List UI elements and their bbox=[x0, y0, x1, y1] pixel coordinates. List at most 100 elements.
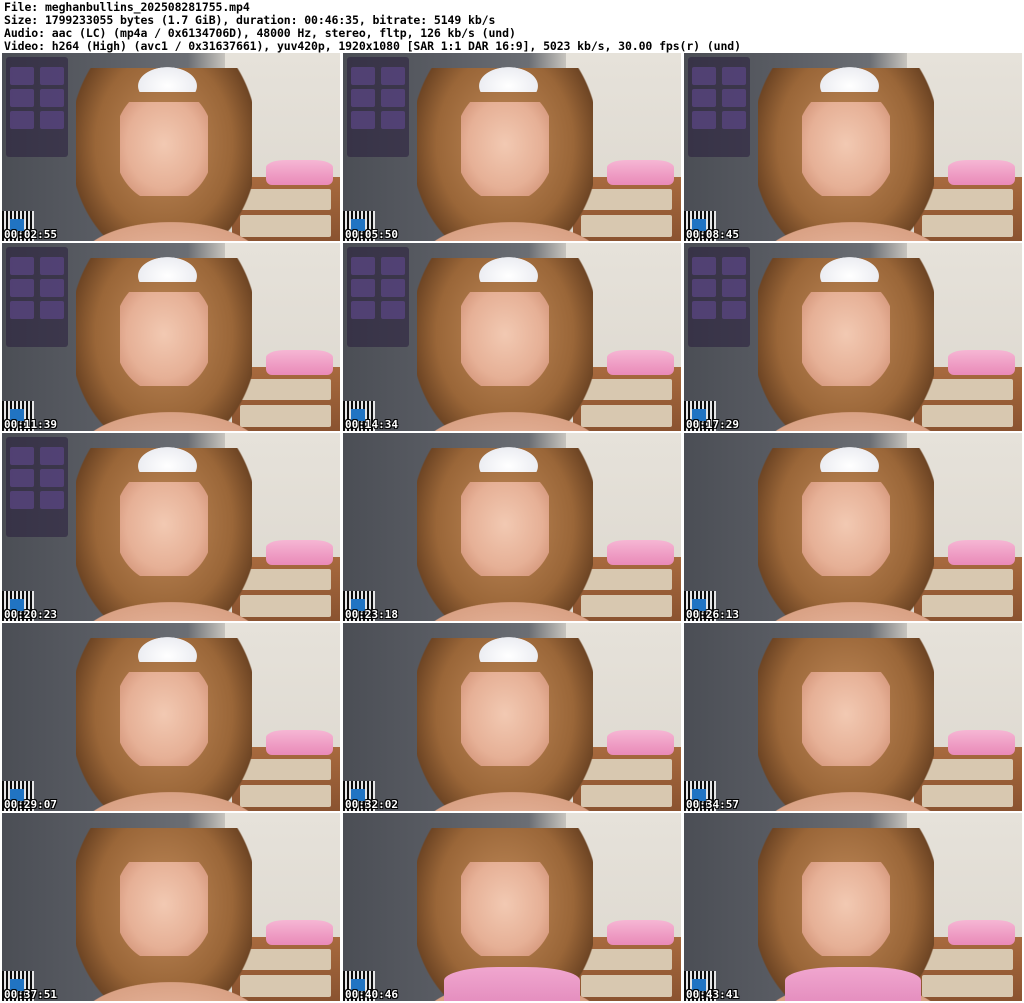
face bbox=[461, 671, 550, 766]
video-thumbnail[interactable]: 00:17:29 bbox=[684, 243, 1022, 431]
face bbox=[802, 671, 891, 766]
video-thumbnail[interactable]: 00:34:57 bbox=[684, 623, 1022, 811]
pink-top bbox=[785, 967, 921, 1001]
video-thumbnail[interactable]: 00:32:02 bbox=[343, 623, 681, 811]
dresser-drawer bbox=[581, 378, 673, 401]
dresser-drawer bbox=[240, 188, 332, 211]
dresser-drawer bbox=[922, 758, 1014, 781]
tip-menu-cell bbox=[351, 301, 375, 319]
tip-menu-cell bbox=[351, 257, 375, 275]
tip-menu-cell bbox=[10, 301, 34, 319]
tip-menu-cell bbox=[10, 89, 34, 107]
dresser-drawer bbox=[581, 758, 673, 781]
tip-menu-overlay bbox=[688, 57, 750, 157]
video-thumbnail[interactable]: 00:29:07 bbox=[2, 623, 340, 811]
face bbox=[120, 671, 209, 766]
pink-towel bbox=[265, 160, 334, 185]
dresser-drawer bbox=[240, 758, 332, 781]
shoulders bbox=[744, 784, 962, 811]
dresser-drawer bbox=[240, 568, 332, 591]
tip-menu-cell bbox=[381, 89, 405, 107]
pink-top bbox=[444, 967, 580, 1001]
face bbox=[120, 481, 209, 576]
shoulders bbox=[62, 784, 280, 811]
tip-menu-cell bbox=[10, 111, 34, 129]
tip-menu-overlay bbox=[347, 57, 409, 157]
video-thumbnail[interactable]: 00:02:55 bbox=[2, 53, 340, 241]
tip-menu-cell bbox=[40, 257, 64, 275]
thumbnail-timestamp: 00:08:45 bbox=[686, 228, 739, 241]
file-info-header: File: meghanbullins_202508281755.mp4 Siz… bbox=[4, 1, 741, 53]
shoulders bbox=[62, 404, 280, 431]
video-thumbnail[interactable]: 00:05:50 bbox=[343, 53, 681, 241]
shoulders bbox=[403, 594, 621, 621]
thumbnail-timestamp: 00:02:55 bbox=[4, 228, 57, 241]
tip-menu-cell bbox=[692, 257, 716, 275]
thumbnail-timestamp: 00:11:39 bbox=[4, 418, 57, 431]
shoulders bbox=[744, 594, 962, 621]
tip-menu-cell bbox=[40, 111, 64, 129]
pink-towel bbox=[947, 540, 1016, 565]
shoulders bbox=[62, 214, 280, 241]
thumbnail-grid: 00:02:55 00:05:50 00:08:45 00:11:39 00:14:34… bbox=[2, 53, 1022, 1003]
video-thumbnail[interactable]: 00:11:39 bbox=[2, 243, 340, 431]
face bbox=[461, 481, 550, 576]
dresser-drawer bbox=[922, 948, 1014, 971]
tip-menu-cell bbox=[692, 301, 716, 319]
face bbox=[120, 291, 209, 386]
tip-menu-overlay bbox=[688, 247, 750, 347]
tip-menu-cell bbox=[351, 111, 375, 129]
tip-menu-cell bbox=[351, 67, 375, 85]
video-thumbnail[interactable]: 00:14:34 bbox=[343, 243, 681, 431]
shoulders bbox=[403, 404, 621, 431]
tip-menu-cell bbox=[351, 279, 375, 297]
pink-towel bbox=[606, 540, 675, 565]
pink-towel bbox=[947, 730, 1016, 755]
tip-menu-cell bbox=[692, 279, 716, 297]
tip-menu-cell bbox=[381, 257, 405, 275]
thumbnail-timestamp: 00:05:50 bbox=[345, 228, 398, 241]
pink-towel bbox=[947, 160, 1016, 185]
tip-menu-cell bbox=[692, 111, 716, 129]
thumbnail-timestamp: 00:29:07 bbox=[4, 798, 57, 811]
face bbox=[461, 101, 550, 196]
tip-menu-cell bbox=[40, 279, 64, 297]
shoulders bbox=[744, 214, 962, 241]
face bbox=[461, 861, 550, 956]
tip-menu-cell bbox=[722, 111, 746, 129]
tip-menu-cell bbox=[381, 111, 405, 129]
lace-headband bbox=[471, 252, 546, 283]
tip-menu-cell bbox=[381, 301, 405, 319]
tip-menu-cell bbox=[351, 89, 375, 107]
video-thumbnail[interactable]: 00:08:45 bbox=[684, 53, 1022, 241]
tip-menu-overlay bbox=[347, 247, 409, 347]
face bbox=[802, 481, 891, 576]
video-thumbnail[interactable]: 00:20:23 bbox=[2, 433, 340, 621]
thumbnail-timestamp: 00:23:18 bbox=[345, 608, 398, 621]
shoulders bbox=[62, 974, 280, 1001]
face bbox=[120, 101, 209, 196]
tip-menu-cell bbox=[722, 257, 746, 275]
pink-towel bbox=[265, 920, 334, 945]
tip-menu-cell bbox=[722, 301, 746, 319]
shoulders bbox=[744, 404, 962, 431]
tip-menu-cell bbox=[40, 447, 64, 465]
tip-menu-cell bbox=[40, 491, 64, 509]
video-thumbnail[interactable]: 00:43:41 bbox=[684, 813, 1022, 1001]
video-thumbnail[interactable]: 00:37:51 bbox=[2, 813, 340, 1001]
tip-menu-cell bbox=[10, 447, 34, 465]
tip-menu-cell bbox=[40, 301, 64, 319]
thumbnail-timestamp: 00:26:13 bbox=[686, 608, 739, 621]
tip-menu-cell bbox=[722, 67, 746, 85]
tip-menu-cell bbox=[10, 279, 34, 297]
video-thumbnail[interactable]: 00:23:18 bbox=[343, 433, 681, 621]
tip-menu-cell bbox=[381, 67, 405, 85]
face bbox=[120, 861, 209, 956]
pink-towel bbox=[947, 920, 1016, 945]
video-thumbnail[interactable]: 00:26:13 bbox=[684, 433, 1022, 621]
dresser-drawer bbox=[240, 948, 332, 971]
lace-headband bbox=[471, 62, 546, 93]
tip-menu-cell bbox=[692, 67, 716, 85]
video-thumbnail[interactable]: 00:40:46 bbox=[343, 813, 681, 1001]
thumbnail-timestamp: 00:43:41 bbox=[686, 988, 739, 1001]
